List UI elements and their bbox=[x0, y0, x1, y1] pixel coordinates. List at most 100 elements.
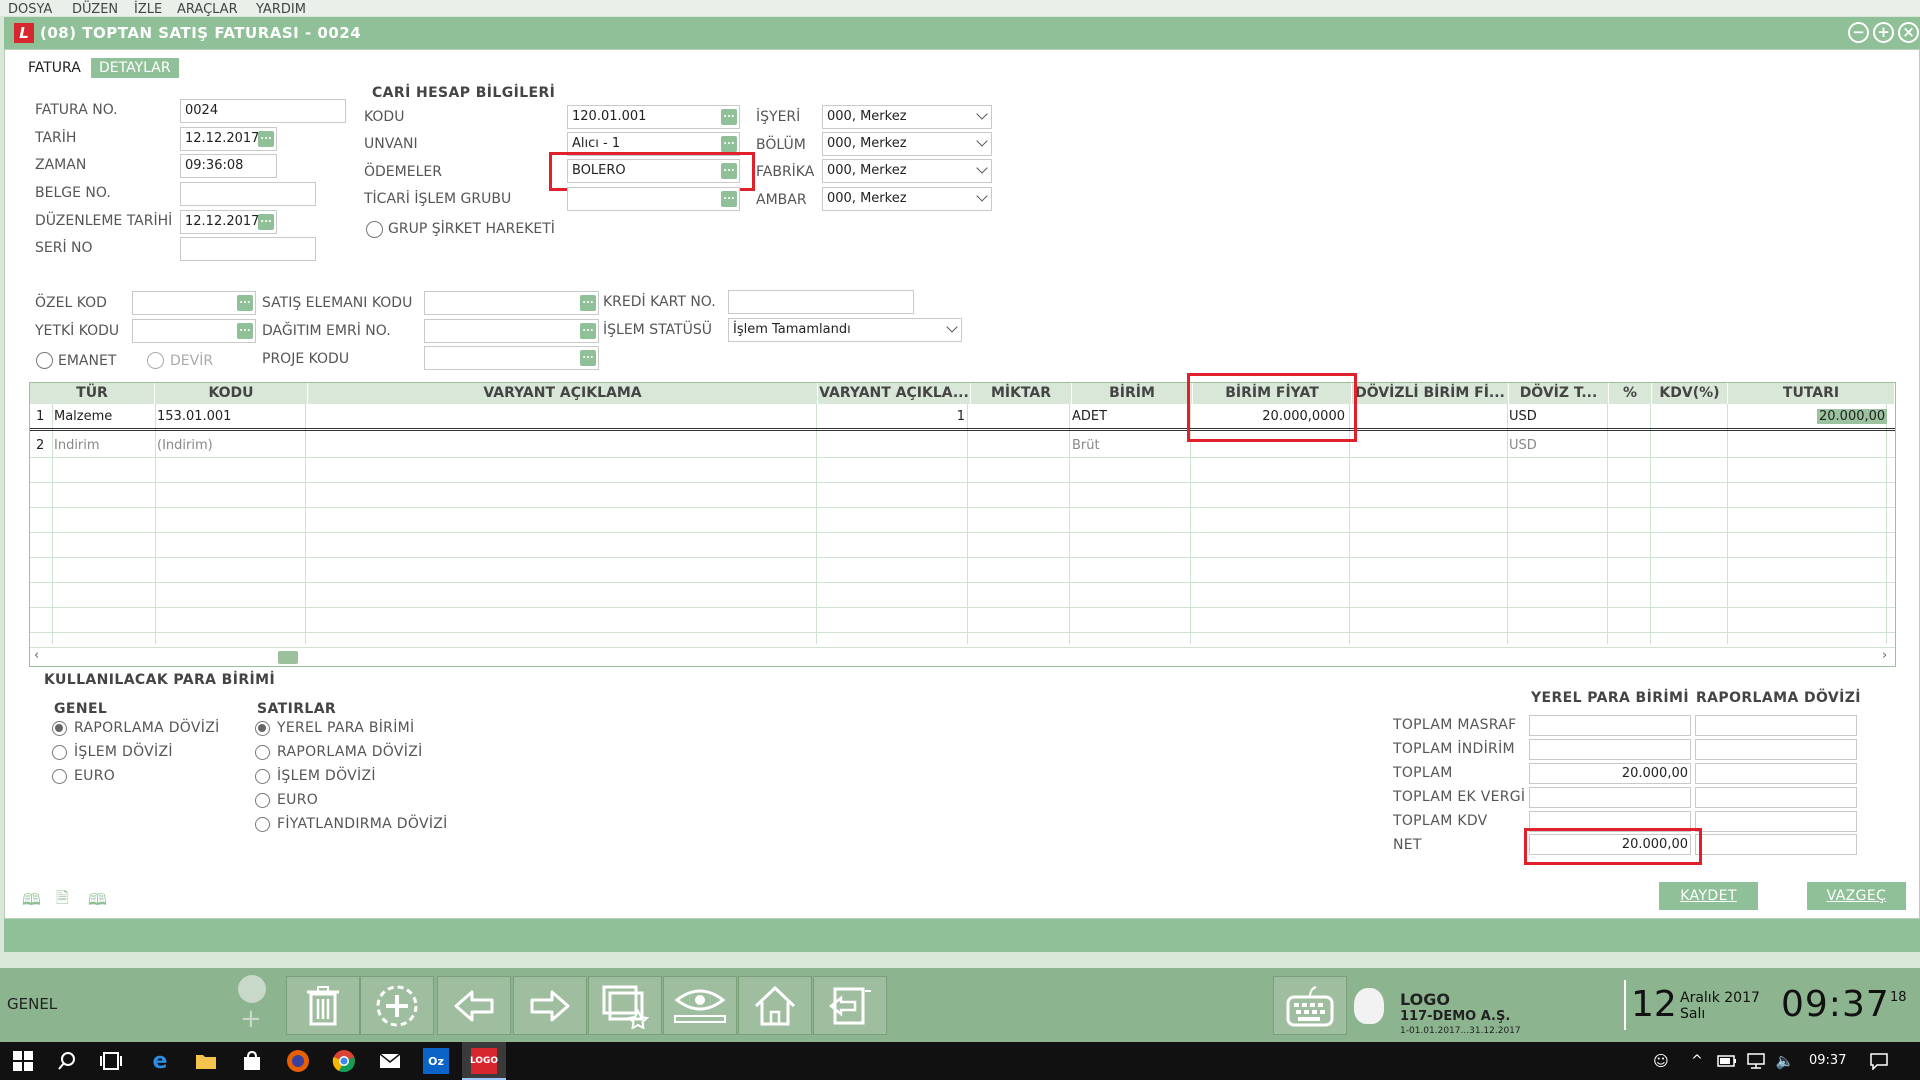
lookup-icon[interactable]: ... bbox=[580, 295, 596, 311]
table-row[interactable] bbox=[30, 558, 1895, 583]
volume-icon[interactable]: 🔈 bbox=[1772, 1048, 1798, 1074]
chevron-up-icon[interactable]: ^ bbox=[1684, 1048, 1710, 1074]
col-yuzde[interactable]: % bbox=[1609, 383, 1652, 404]
isyeri-select[interactable]: 000, Merkez bbox=[822, 105, 992, 129]
col-doviz-turu[interactable]: DÖVİZ T... bbox=[1509, 383, 1609, 404]
radio-genel-islem[interactable] bbox=[52, 745, 67, 760]
kaydet-button[interactable]: KAYDET bbox=[1659, 882, 1758, 910]
table-row[interactable]: 2 İndirim (İndirim) Brüt USD bbox=[30, 433, 1895, 458]
next-button[interactable] bbox=[513, 976, 587, 1035]
home-button[interactable] bbox=[738, 976, 812, 1035]
total-report-field[interactable] bbox=[1695, 787, 1857, 808]
document-icon[interactable]: 🗎 bbox=[56, 887, 69, 914]
col-tutari[interactable]: TUTARI bbox=[1728, 383, 1895, 404]
belge-no-field[interactable] bbox=[180, 182, 316, 206]
windows-start-icon[interactable] bbox=[10, 1048, 36, 1074]
total-local-field[interactable] bbox=[1529, 739, 1691, 760]
table-row[interactable] bbox=[30, 483, 1895, 508]
ozel-kod-field[interactable]: ... bbox=[132, 291, 256, 315]
vazgec-button[interactable]: VAZGEÇ bbox=[1807, 882, 1906, 910]
total-report-field[interactable] bbox=[1695, 715, 1857, 736]
kredi-kart-field[interactable] bbox=[728, 290, 914, 314]
add-button[interactable] bbox=[360, 976, 434, 1035]
col-miktar[interactable]: MİKTAR bbox=[971, 383, 1072, 404]
lookup-icon[interactable]: ... bbox=[721, 136, 737, 152]
table-row[interactable] bbox=[30, 583, 1895, 608]
seri-no-field[interactable] bbox=[180, 237, 316, 261]
devir-checkbox[interactable] bbox=[147, 352, 164, 369]
islem-statusu-select[interactable]: İşlem Tamamlandı bbox=[728, 318, 962, 342]
minimize-icon[interactable]: − bbox=[1848, 22, 1869, 43]
total-report-field[interactable] bbox=[1695, 763, 1857, 784]
task-view-icon[interactable] bbox=[98, 1048, 124, 1074]
people-icon[interactable]: ☺ bbox=[1648, 1048, 1674, 1074]
maximize-icon[interactable]: + bbox=[1873, 22, 1894, 43]
scroll-right-icon[interactable]: › bbox=[1882, 648, 1887, 663]
total-report-field[interactable] bbox=[1695, 811, 1857, 832]
col-varyant-aciklama[interactable]: VARYANT AÇIKLAMA bbox=[308, 383, 818, 404]
file-explorer-icon[interactable] bbox=[193, 1048, 219, 1074]
fatura-no-field[interactable]: 0024 bbox=[180, 99, 346, 123]
grup-sirket-checkbox[interactable] bbox=[366, 221, 383, 238]
firefox-icon[interactable] bbox=[285, 1048, 311, 1074]
ticari-field[interactable]: ... bbox=[567, 187, 740, 211]
tab-detaylar[interactable]: DETAYLAR bbox=[91, 58, 179, 78]
table-row[interactable] bbox=[30, 608, 1895, 633]
proje-field[interactable]: ... bbox=[424, 346, 599, 370]
col-varyant-aciklama-2[interactable]: VARYANT AÇIKLA... bbox=[818, 383, 971, 404]
yetki-kodu-field[interactable]: ... bbox=[132, 319, 256, 343]
fabrika-select[interactable]: 000, Merkez bbox=[822, 159, 992, 183]
lookup-icon[interactable]: ... bbox=[580, 323, 596, 339]
lookup-icon[interactable]: ... bbox=[237, 323, 253, 339]
network-icon[interactable] bbox=[1743, 1048, 1769, 1074]
col-kodu[interactable]: KODU bbox=[155, 383, 308, 404]
col-dovizli-birim-fiyat[interactable]: DÖVİZLİ BİRİM Fİ... bbox=[1352, 383, 1509, 404]
favorites-button[interactable] bbox=[588, 976, 662, 1035]
scroll-thumb[interactable] bbox=[278, 651, 298, 664]
table-row[interactable] bbox=[30, 458, 1895, 483]
table-row[interactable]: 1 Malzeme 153.01.001 1 ADET 20.000,0000 … bbox=[30, 404, 1895, 431]
notifications-icon[interactable] bbox=[1866, 1048, 1892, 1074]
exit-button[interactable] bbox=[813, 976, 887, 1035]
circle-icon[interactable] bbox=[238, 975, 266, 1003]
lookup-icon[interactable]: ... bbox=[721, 191, 737, 207]
view-button[interactable] bbox=[663, 976, 737, 1035]
total-local-field[interactable]: 20.000,00 bbox=[1529, 763, 1691, 784]
satis-elemani-field[interactable]: ... bbox=[424, 291, 599, 315]
radio-satir-euro[interactable] bbox=[255, 793, 270, 808]
horizontal-scrollbar[interactable]: ‹ › bbox=[30, 647, 1895, 666]
lookup-icon[interactable]: ... bbox=[237, 295, 253, 311]
store-icon[interactable] bbox=[239, 1048, 265, 1074]
total-report-field[interactable] bbox=[1695, 739, 1857, 760]
radio-satir-raporlama[interactable] bbox=[255, 745, 270, 760]
radio-satir-yerel[interactable] bbox=[255, 721, 270, 736]
search-icon[interactable] bbox=[54, 1048, 80, 1074]
total-local-field[interactable] bbox=[1529, 715, 1691, 736]
book-open-icon[interactable]: 🕮 bbox=[88, 889, 107, 916]
radio-satir-fiyatlandirma[interactable] bbox=[255, 817, 270, 832]
duzenleme-tarihi-field[interactable]: 12.12.2017... bbox=[180, 210, 277, 234]
col-tur[interactable]: TÜR bbox=[30, 383, 155, 404]
book-icon[interactable]: 🕮 bbox=[22, 889, 41, 916]
chrome-icon[interactable] bbox=[331, 1048, 357, 1074]
emanet-checkbox[interactable] bbox=[36, 352, 53, 369]
bolum-select[interactable]: 000, Merkez bbox=[822, 132, 992, 156]
radio-satir-islem[interactable] bbox=[255, 769, 270, 784]
radio-genel-raporlama[interactable] bbox=[52, 721, 67, 736]
menu-yardim[interactable]: YARDIM bbox=[256, 2, 306, 16]
keyboard-button[interactable] bbox=[1273, 976, 1347, 1035]
edge-icon[interactable]: e bbox=[147, 1048, 173, 1074]
plus-icon[interactable]: + bbox=[240, 1006, 262, 1032]
lookup-icon[interactable]: ... bbox=[258, 131, 274, 147]
scroll-left-icon[interactable]: ‹ bbox=[34, 648, 39, 663]
table-row[interactable] bbox=[30, 533, 1895, 558]
lookup-icon[interactable]: ... bbox=[580, 350, 596, 366]
ambar-select[interactable]: 000, Merkez bbox=[822, 187, 992, 211]
table-row[interactable] bbox=[30, 508, 1895, 533]
cari-kodu-field[interactable]: 120.01.001... bbox=[567, 105, 740, 129]
menu-izle[interactable]: İZLE bbox=[134, 2, 162, 16]
lookup-icon[interactable]: ... bbox=[721, 109, 737, 125]
net-report-field[interactable] bbox=[1695, 834, 1857, 855]
mail-icon[interactable] bbox=[377, 1048, 403, 1074]
radio-genel-euro[interactable] bbox=[52, 769, 67, 784]
